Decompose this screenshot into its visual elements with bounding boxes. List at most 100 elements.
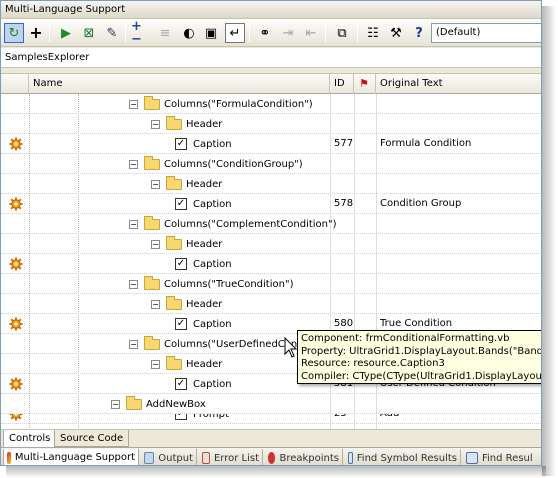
copy-icon[interactable]: ⧉ xyxy=(332,23,352,43)
tree-node[interactable]: ✓ Caption xyxy=(175,254,232,274)
original-text[interactable]: True Condition xyxy=(380,318,452,329)
tree-node[interactable]: ✓ Caption xyxy=(175,134,232,154)
table-row[interactable]: − Columns("ConditionGroup") xyxy=(1,154,541,174)
tree-node[interactable]: − Columns("ConditionGroup") xyxy=(129,154,303,174)
collapse-toggle-icon[interactable]: − xyxy=(151,119,160,129)
collapse-toggle-icon[interactable]: − xyxy=(151,179,160,189)
original-text[interactable]: Add xyxy=(380,414,399,419)
binoculars-icon[interactable]: ⚭ xyxy=(255,23,275,43)
column-header-name[interactable]: Name xyxy=(29,74,330,94)
collapse-toggle-icon[interactable]: − xyxy=(129,279,138,289)
column-header-id[interactable]: ID xyxy=(330,74,354,94)
toolwindow-tab-output[interactable]: Output xyxy=(141,449,197,465)
tab-controls[interactable]: Controls xyxy=(3,430,57,448)
indent-icon[interactable]: +− xyxy=(131,20,151,46)
enter-icon[interactable]: ↵ xyxy=(225,23,245,43)
table-row[interactable]: − Columns("ComplementCondition") xyxy=(1,214,541,234)
window-titlebar[interactable]: Multi-Language Support xyxy=(1,1,541,19)
collapse-toggle-icon[interactable]: − xyxy=(151,299,160,309)
language-select[interactable]: (Default) xyxy=(431,23,541,43)
help-icon[interactable]: ? xyxy=(409,23,429,43)
flag-icon: ⚑ xyxy=(359,77,369,90)
toolwindow-tab-find-results[interactable]: Find Resul xyxy=(463,449,541,465)
run-icon[interactable]: ▶ xyxy=(56,23,76,43)
caption-checkbox[interactable]: ✓ xyxy=(175,378,187,390)
folder-icon xyxy=(166,115,182,130)
properties-icon[interactable]: ☷ xyxy=(363,23,383,43)
toolwindow-tab-breakpoints[interactable]: Breakpoints xyxy=(265,449,343,465)
caption-checkbox[interactable]: ✓ xyxy=(175,318,187,330)
tree-node[interactable]: − Header xyxy=(151,174,222,194)
table-row[interactable]: ✓ Caption 578 Condition Group xyxy=(1,194,541,214)
tree-node[interactable]: ✓ Caption xyxy=(175,194,232,214)
grid-header: Name ID ⚑ Original Text xyxy=(1,74,541,94)
toolbar-separator xyxy=(249,24,250,42)
tools-icon[interactable]: ⚒ xyxy=(386,23,406,43)
tree-node-label: Header xyxy=(186,118,223,130)
path-bar: SamplesExplorer xyxy=(1,48,541,68)
table-row[interactable]: − Header xyxy=(1,234,541,254)
header-blank-cell[interactable] xyxy=(1,74,29,94)
tree-node[interactable]: − Columns("ComplementCondition") xyxy=(129,214,337,234)
column-header-original-text[interactable]: Original Text xyxy=(376,74,541,94)
original-text[interactable]: Formula Condition xyxy=(380,138,471,149)
tooltip-line-component: Component: frmConditionalFormatting.vb xyxy=(301,333,510,344)
refresh-icon[interactable]: ↻ xyxy=(4,23,24,43)
toolwindow-tab-find-symbol[interactable]: Find Symbol Results xyxy=(345,449,461,465)
collapse-toggle-icon[interactable]: − xyxy=(111,399,120,409)
tab-source-code-label: Source Code xyxy=(60,433,124,444)
table-row[interactable]: − Columns("TrueCondition") xyxy=(1,274,541,294)
table-row[interactable]: − Columns("FormulaCondition") xyxy=(1,94,541,114)
add-icon[interactable]: + xyxy=(26,23,46,43)
collapse-toggle-icon[interactable]: − xyxy=(129,99,138,109)
caption-checkbox[interactable]: ✓ xyxy=(175,414,187,420)
toolwindow-tab-label: Error List xyxy=(213,452,259,464)
caption-checkbox[interactable]: ✓ xyxy=(175,198,187,210)
toolbar-separator xyxy=(357,24,358,42)
tree-node[interactable]: − Columns("FormulaCondition") xyxy=(129,94,313,114)
moon-icon[interactable]: ◐ xyxy=(179,23,199,43)
list-icon[interactable]: ≡ xyxy=(155,23,175,43)
wizard-icon[interactable]: ✎ xyxy=(102,23,122,43)
tree-node[interactable]: − Columns("TrueCondition") xyxy=(129,274,293,294)
language-select-value: (Default) xyxy=(436,27,481,38)
table-row[interactable]: ✓ Prompt 25 Add xyxy=(1,414,541,424)
tree-node[interactable]: ✓ Caption xyxy=(175,314,232,334)
tree-node[interactable]: − Header xyxy=(151,354,222,374)
excel-icon[interactable]: ⊠ xyxy=(79,23,99,43)
collapse-toggle-icon[interactable]: − xyxy=(129,219,138,229)
table-row[interactable]: − Header xyxy=(1,294,541,314)
caption-checkbox[interactable]: ✓ xyxy=(175,138,187,150)
find-prev-icon[interactable]: ⇤ xyxy=(301,23,321,43)
tree-node[interactable]: ✓ Caption xyxy=(175,374,232,394)
find-next-icon[interactable]: ⇥ xyxy=(278,23,298,43)
caption-checkbox[interactable]: ✓ xyxy=(175,258,187,270)
folder-icon xyxy=(166,295,182,310)
tree-node-label: Caption xyxy=(193,318,232,330)
table-row[interactable]: ✓ Caption xyxy=(1,254,541,274)
toolwindow-tab-multi-language[interactable]: Multi-Language Support xyxy=(3,449,139,465)
table-row[interactable]: − Header xyxy=(1,114,541,134)
collapse-toggle-icon[interactable]: − xyxy=(151,239,160,249)
table-row[interactable]: ✓ Caption 577 Formula Condition xyxy=(1,134,541,154)
tree-node[interactable]: − AddNewBox xyxy=(111,394,206,414)
tree-node-label: AddNewBox xyxy=(146,398,206,410)
tree-node[interactable]: ✓ Prompt xyxy=(175,414,229,423)
tree-node[interactable]: − Header xyxy=(151,234,222,254)
collapse-toggle-icon[interactable]: − xyxy=(129,159,138,169)
tree-node[interactable]: − Header xyxy=(151,294,222,314)
toolwindow-tab-error-list[interactable]: Error List xyxy=(199,449,263,465)
column-header-original-label: Original Text xyxy=(380,78,443,89)
table-row[interactable]: − AddNewBox xyxy=(1,394,541,414)
tab-source-code[interactable]: Source Code xyxy=(54,430,130,447)
resource-grid[interactable]: Name ID ⚑ Original Text − Columns("Formul… xyxy=(1,73,541,429)
original-text[interactable]: Condition Group xyxy=(380,198,461,209)
frame-icon[interactable]: ▣ xyxy=(201,23,221,43)
collapse-toggle-icon[interactable]: − xyxy=(129,339,138,349)
column-header-id-label: ID xyxy=(334,78,345,89)
collapse-toggle-icon[interactable]: − xyxy=(151,359,160,369)
toolwindow-tab-label: Multi-Language Support xyxy=(14,452,135,463)
column-header-flag[interactable]: ⚑ xyxy=(354,74,376,94)
tree-node[interactable]: − Header xyxy=(151,114,222,134)
table-row[interactable]: − Header xyxy=(1,174,541,194)
